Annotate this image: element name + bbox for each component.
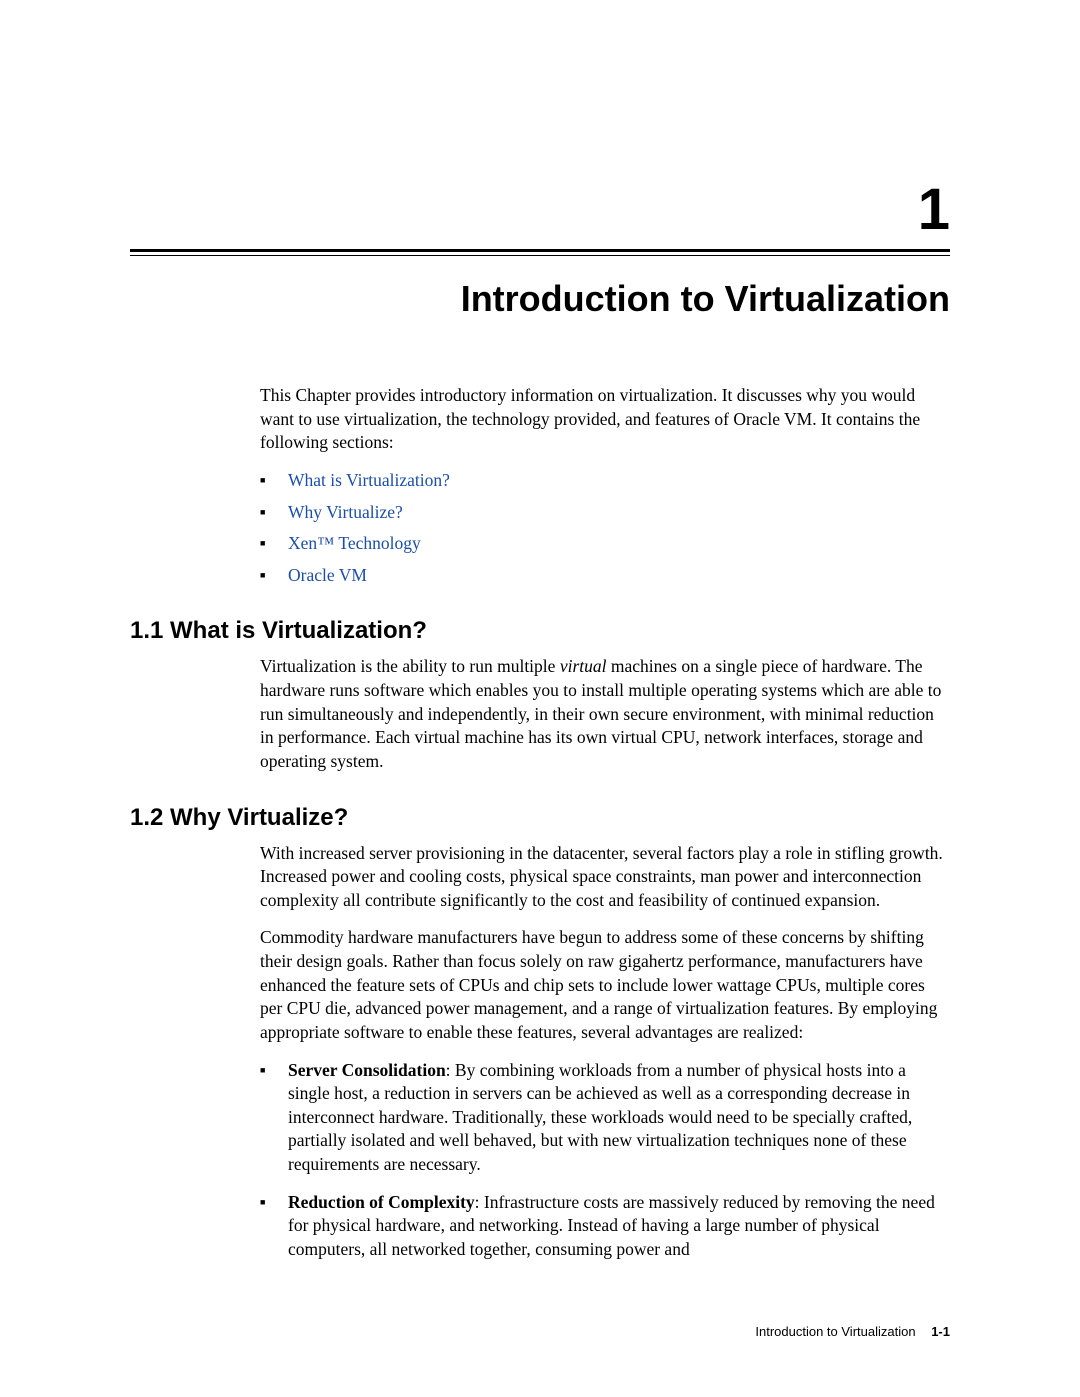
toc-link-xen-technology[interactable]: Xen™ Technology <box>288 533 421 553</box>
intro-paragraph: This Chapter provides introductory infor… <box>260 384 950 455</box>
toc-link-what-is-virtualization[interactable]: What is Virtualization? <box>288 470 450 490</box>
section-1-1-body: Virtualization is the ability to run mul… <box>260 655 950 773</box>
rule-thin <box>130 255 950 256</box>
table-of-contents: What is Virtualization? Why Virtualize? … <box>260 469 950 588</box>
chapter-title: Introduction to Virtualization <box>130 278 950 320</box>
advantages-list: Server Consolidation: By combining workl… <box>260 1059 950 1262</box>
section-1-2-p1: With increased server provisioning in th… <box>260 842 950 913</box>
bullet-term-server-consolidation: Server Consolidation <box>288 1060 446 1080</box>
section-heading-1-2: 1.2 Why Virtualize? <box>130 804 950 832</box>
text-fragment: Virtualization is the ability to run mul… <box>260 656 560 676</box>
toc-item: Why Virtualize? <box>260 501 950 525</box>
toc-item: Oracle VM <box>260 564 950 588</box>
toc-link-oracle-vm[interactable]: Oracle VM <box>288 565 367 585</box>
emphasis-virtual: virtual <box>560 656 607 676</box>
list-item: Reduction of Complexity: Infrastructure … <box>260 1191 950 1262</box>
section-heading-1-1: 1.1 What is Virtualization? <box>130 617 950 645</box>
footer-page-number: 1-1 <box>931 1324 950 1339</box>
page-footer: Introduction to Virtualization 1-1 <box>755 1324 950 1339</box>
toc-item: What is Virtualization? <box>260 469 950 493</box>
bullet-term-reduction-complexity: Reduction of Complexity <box>288 1192 475 1212</box>
list-item: Server Consolidation: By combining workl… <box>260 1059 950 1177</box>
section-1-2-p2: Commodity hardware manufacturers have be… <box>260 926 950 1044</box>
toc-item: Xen™ Technology <box>260 532 950 556</box>
chapter-number: 1 <box>130 176 950 243</box>
footer-title: Introduction to Virtualization <box>755 1324 915 1339</box>
rule-thick <box>130 249 950 252</box>
toc-link-why-virtualize[interactable]: Why Virtualize? <box>288 502 403 522</box>
